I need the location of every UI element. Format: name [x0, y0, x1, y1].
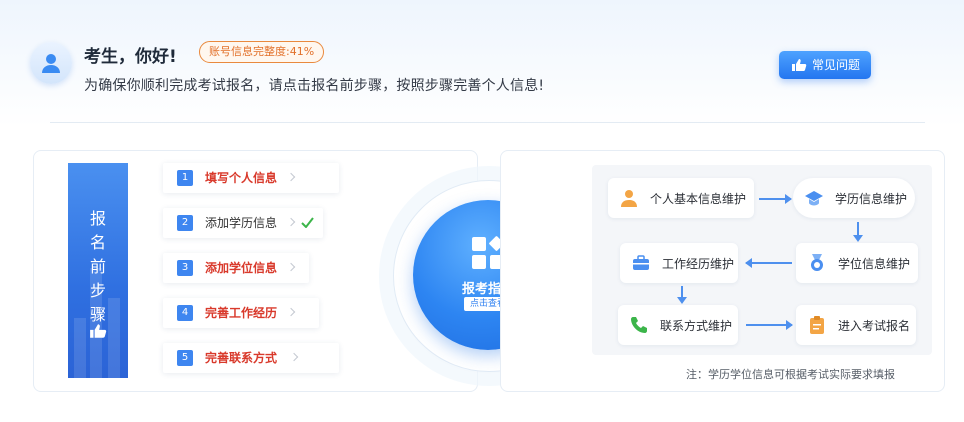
- step-item-contact[interactable]: 5 完善联系方式: [163, 343, 339, 373]
- step-item-personal-info[interactable]: 1 填写个人信息: [163, 163, 339, 193]
- completeness-badge: 账号信息完整度:41%: [199, 41, 325, 63]
- chevron-right-icon: [289, 352, 299, 362]
- phone-icon: [631, 317, 647, 333]
- flow-arrow-down: [853, 222, 863, 242]
- greeting: 考生，你好!: [84, 47, 177, 67]
- flow-node-work[interactable]: 工作经历维护: [620, 243, 738, 283]
- flow-node-label: 进入考试报名: [838, 319, 911, 333]
- person-icon: [621, 190, 637, 207]
- flow-arrow-right: [759, 194, 792, 204]
- step-number: 4: [177, 305, 193, 321]
- step-label: 添加学历信息: [205, 216, 278, 230]
- step-number: 3: [177, 260, 193, 276]
- flow-arrow-left: [745, 258, 792, 268]
- clipboard-icon: [810, 316, 824, 334]
- medal-icon: [811, 254, 823, 271]
- divider: [50, 122, 925, 123]
- step-number: 2: [177, 215, 193, 231]
- graduation-cap-icon: [805, 191, 823, 206]
- flow-arrow-right: [746, 320, 793, 330]
- flow-node-enter-registration[interactable]: 进入考试报名: [796, 305, 916, 345]
- flow-node-degree[interactable]: 学位信息维护: [796, 243, 918, 283]
- flow-node-education[interactable]: 学历信息维护: [793, 178, 915, 218]
- instruction-text: 为确保你顺利完成考试报名，请点击报名前步骤，按照步骤完善个人信息!: [84, 78, 545, 94]
- flow-node-label: 个人基本信息维护: [650, 192, 747, 206]
- check-icon: [301, 217, 314, 228]
- step-item-education[interactable]: 2 添加学历信息: [163, 208, 323, 238]
- step-label: 填写个人信息: [205, 171, 278, 185]
- flow-node-contact[interactable]: 联系方式维护: [618, 305, 738, 345]
- pointing-hand-icon: [792, 59, 807, 71]
- flow-node-label: 学位信息维护: [838, 257, 911, 271]
- step-number: 1: [177, 170, 193, 186]
- chevron-right-icon: [286, 307, 296, 317]
- step-item-degree[interactable]: 3 添加学位信息: [163, 253, 309, 283]
- step-number: 5: [177, 350, 193, 366]
- flow-node-personal[interactable]: 个人基本信息维护: [608, 178, 754, 218]
- flow-node-label: 工作经历维护: [662, 257, 735, 271]
- flow-arrow-down: [677, 286, 687, 304]
- pre-registration-banner: 报 名 前 步 骤: [68, 163, 128, 378]
- flow-node-label: 学历信息维护: [835, 192, 908, 206]
- step-item-work-experience[interactable]: 4 完善工作经历: [163, 298, 319, 328]
- faq-button-label: 常见问题: [812, 58, 861, 72]
- flow-node-label: 联系方式维护: [660, 319, 733, 333]
- avatar: [30, 42, 72, 84]
- faq-button[interactable]: 常见问题: [779, 51, 871, 79]
- step-label: 添加学位信息: [205, 261, 278, 275]
- chevron-right-icon: [286, 217, 296, 227]
- flow-note: 注：学历学位信息可根据考试实际要求填报: [686, 368, 895, 381]
- user-icon: [42, 54, 60, 73]
- briefcase-icon: [633, 255, 649, 270]
- banner-text: 报 名 前 步 骤: [89, 209, 106, 324]
- step-label: 完善工作经历: [205, 306, 278, 320]
- chevron-right-icon: [286, 172, 296, 182]
- chevron-right-icon: [286, 262, 296, 272]
- pointing-hand-icon: [90, 324, 107, 338]
- step-label: 完善联系方式: [205, 351, 278, 365]
